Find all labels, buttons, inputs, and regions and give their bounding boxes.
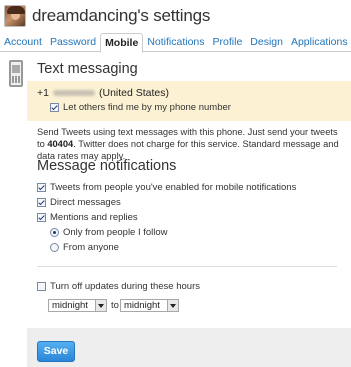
notify-dm-label: Direct messages bbox=[50, 197, 121, 208]
notify-mentions-checkbox[interactable] bbox=[37, 213, 46, 222]
short-code: 40404 bbox=[47, 139, 74, 149]
phone-number-line: +1 (United States) bbox=[37, 87, 169, 99]
mentions-anyone-option[interactable]: From anyone bbox=[50, 242, 119, 253]
notify-dm-checkbox[interactable] bbox=[37, 198, 46, 207]
quiet-hours-option[interactable]: Turn off updates during these hours bbox=[37, 281, 200, 292]
mobile-phone-icon bbox=[9, 60, 23, 87]
tab-profile[interactable]: Profile bbox=[209, 33, 247, 52]
tab-applications[interactable]: Applications bbox=[287, 33, 351, 52]
quiet-hours-label: Turn off updates during these hours bbox=[50, 281, 200, 292]
notify-mentions-label: Mentions and replies bbox=[50, 212, 138, 223]
divider bbox=[37, 266, 337, 267]
notify-tweets-label: Tweets from people you've enabled for mo… bbox=[50, 182, 297, 193]
notify-tweets-option[interactable]: Tweets from people you've enabled for mo… bbox=[37, 182, 296, 193]
mentions-anyone-radio[interactable] bbox=[50, 243, 59, 252]
to-label: to bbox=[111, 300, 119, 311]
settings-header: dreamdancing's settings bbox=[4, 4, 210, 28]
mentions-following-radio[interactable] bbox=[50, 228, 59, 237]
phone-country: (United States) bbox=[98, 87, 170, 99]
settings-tabs: Account Password Mobile Notifications Pr… bbox=[0, 33, 351, 53]
form-footer bbox=[27, 328, 351, 367]
user-avatar[interactable] bbox=[4, 5, 26, 27]
page-title: dreamdancing's settings bbox=[32, 6, 211, 25]
mentions-following-option[interactable]: Only from people I follow bbox=[50, 227, 168, 238]
save-button[interactable]: Save bbox=[37, 341, 75, 362]
phone-number-redacted bbox=[52, 90, 95, 96]
find-by-phone-label: Let others find me by my phone number bbox=[63, 102, 231, 113]
tab-notifications[interactable]: Notifications bbox=[143, 33, 208, 52]
quiet-hours-checkbox[interactable] bbox=[37, 282, 46, 291]
text-messaging-title: Text messaging bbox=[37, 61, 138, 77]
quiet-hours-to-select[interactable]: midnight bbox=[120, 299, 179, 312]
tab-mobile[interactable]: Mobile bbox=[100, 33, 144, 53]
find-by-phone-checkbox[interactable] bbox=[50, 103, 59, 112]
mentions-anyone-label: From anyone bbox=[63, 242, 119, 253]
notify-dm-option[interactable]: Direct messages bbox=[37, 197, 121, 208]
chevron-down-icon[interactable] bbox=[95, 300, 106, 311]
phone-prefix: +1 bbox=[37, 87, 49, 99]
message-notifications-title: Message notifications bbox=[37, 158, 177, 174]
tab-design[interactable]: Design bbox=[246, 33, 287, 52]
notify-tweets-checkbox[interactable] bbox=[37, 183, 46, 192]
tab-password[interactable]: Password bbox=[46, 33, 100, 52]
tab-account[interactable]: Account bbox=[0, 33, 46, 52]
sms-description: Send Tweets using text messages with thi… bbox=[37, 127, 339, 161]
find-by-phone-option[interactable]: Let others find me by my phone number bbox=[50, 102, 231, 113]
quiet-hours-from-select[interactable]: midnight bbox=[48, 299, 107, 312]
chevron-down-icon[interactable] bbox=[167, 300, 178, 311]
notify-mentions-option[interactable]: Mentions and replies bbox=[37, 212, 138, 223]
mentions-following-label: Only from people I follow bbox=[63, 227, 168, 238]
